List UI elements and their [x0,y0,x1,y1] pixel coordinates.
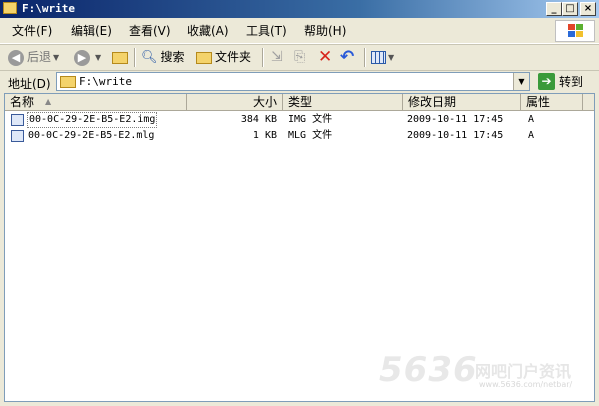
address-value: F:\write [79,75,132,88]
undo-button[interactable]: ↶ [340,48,354,67]
watermark-url: www.5636.com/netbar/ [479,380,573,389]
go-button[interactable]: ➔ 转到 [538,73,583,90]
menu-bar: 文件(F) 编辑(E) 查看(V) 收藏(A) 工具(T) 帮助(H) [0,19,599,44]
toolbar-divider [134,48,136,67]
file-modified: 2009-10-11 17:45 [407,114,504,125]
address-label: 地址(D) [8,77,51,91]
back-arrow-icon: ◀ [8,49,24,66]
address-bar: 地址(D) F:\write ▼ ➔ 转到 [0,70,599,93]
folder-icon [3,2,17,14]
file-name: 00-0C-29-2E-B5-E2.img [27,112,158,128]
maximize-button[interactable]: □ [562,2,578,16]
column-header-attributes[interactable]: 属性 [521,94,583,111]
column-name-label: 名称 [10,95,35,109]
menu-edit[interactable]: 编辑(E) [71,24,112,38]
folder-icon [196,51,212,64]
back-button[interactable]: ◀ 后退 ▼ [8,48,59,67]
search-label: 搜索 [160,50,185,64]
table-row[interactable]: 00-0C-29-2E-B5-E2.mlg 1 KB MLG 文件 2009-1… [5,128,594,144]
window-title: F:\write [22,2,75,15]
file-size: 384 KB [240,114,277,125]
menu-file[interactable]: 文件(F) [12,24,52,38]
copy-to-button[interactable]: ⎘ [294,48,305,67]
go-label: 转到 [559,75,584,89]
toolbar-divider [364,48,366,67]
file-type: IMG 文件 [288,114,333,125]
minimize-button[interactable]: _ [546,2,562,16]
folders-label: 文件夹 [215,50,252,64]
column-header-type[interactable]: 类型 [283,94,403,111]
explorer-window: F:\write _ □ × 文件(F) 编辑(E) 查看(V) 收藏(A) 工… [0,0,599,406]
column-header-name[interactable]: 名称 ▲ [5,94,187,111]
folder-up-icon [112,51,128,64]
column-header-modified[interactable]: 修改日期 [403,94,521,111]
views-dropdown-icon[interactable]: ▼ [388,48,394,67]
file-name: 00-0C-29-2E-B5-E2.mlg [28,130,155,141]
column-header-size[interactable]: 大小 [187,94,283,111]
menu-help[interactable]: 帮助(H) [304,24,346,38]
menu-view[interactable]: 查看(V) [129,24,171,38]
watermark-text: 网吧门户资讯 [475,362,572,381]
title-bar[interactable]: F:\write _ □ × [0,0,599,18]
sort-ascending-icon: ▲ [45,97,52,106]
delete-x-icon: ✕ [318,47,333,67]
undo-icon: ↶ [340,47,355,67]
file-modified: 2009-10-11 17:45 [407,130,504,141]
go-arrow-icon: ➔ [538,73,555,90]
address-input[interactable]: F:\write ▼ [56,72,530,91]
file-attributes: A [528,130,535,141]
move-to-button[interactable]: ⇲ [271,48,283,67]
file-attributes: A [528,114,535,125]
column-header-filler [583,94,594,111]
forward-dropdown-icon[interactable]: ▼ [95,48,101,67]
forward-button[interactable]: ▶ ▼ [74,48,101,67]
table-row[interactable]: 00-0C-29-2E-B5-E2.img 384 KB IMG 文件 2009… [5,112,594,128]
search-button[interactable]: 🔍︎ 搜索 [141,48,185,67]
close-button[interactable]: × [580,2,596,16]
forward-arrow-icon: ▶ [74,49,90,66]
views-icon [371,51,386,64]
menu-tools[interactable]: 工具(T) [246,24,287,38]
delete-button[interactable]: ✕ [318,48,332,67]
file-size: 1 KB [252,130,277,141]
copy-to-icon: ⎘ [294,49,306,65]
site-watermark: 5636 网吧门户资讯 www.5636.com/netbar/ [375,350,595,398]
back-label: 后退 [27,50,52,64]
folders-button[interactable]: 文件夹 [196,48,251,67]
watermark-number: 5636 [379,350,478,390]
file-icon [11,130,24,142]
views-button[interactable]: ▼ [371,48,394,67]
file-type: MLG 文件 [288,130,333,141]
menu-favorites[interactable]: 收藏(A) [187,24,229,38]
toolbar-divider [262,48,264,67]
up-button[interactable] [112,48,131,67]
toolbar: ◀ 后退 ▼ ▶ ▼ 🔍︎ 搜索 文件夹 ⇲ ⎘ ✕ ↶ ▼ [0,44,599,71]
move-to-icon: ⇲ [271,49,283,65]
file-icon [11,114,24,126]
back-dropdown-icon[interactable]: ▼ [53,48,59,67]
address-dropdown-icon[interactable]: ▼ [513,73,529,90]
folder-icon [60,76,76,88]
windows-logo-icon [555,20,595,42]
search-icon: 🔍︎ [141,50,158,65]
